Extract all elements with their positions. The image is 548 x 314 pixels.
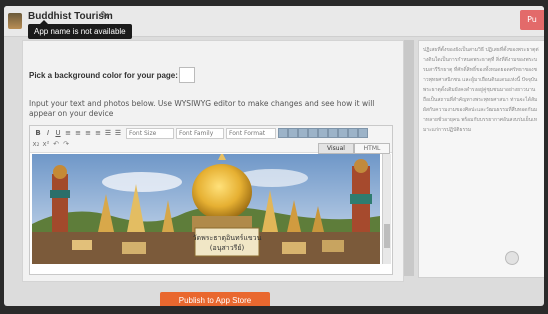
tooltip: App name is not available xyxy=(28,20,132,39)
editor-toolbar: B I U ≡ ≡ ≡ ≡ ☰ ☰ Font Size Font Family … xyxy=(30,126,392,154)
font-format-select[interactable]: Font Format xyxy=(226,128,276,139)
editor-scrollbar-thumb[interactable] xyxy=(384,224,390,248)
unlink-icon[interactable] xyxy=(318,128,328,138)
redo-icon[interactable]: ↷ xyxy=(62,140,70,148)
tab-visual[interactable]: Visual xyxy=(318,143,354,154)
photo-sign-line-2: (อนุสาวรีย์) xyxy=(210,244,245,252)
superscript-icon[interactable]: x² xyxy=(42,140,50,148)
highlight-icon[interactable] xyxy=(348,128,358,138)
align-right-icon[interactable]: ≡ xyxy=(94,129,102,137)
numbered-list-icon[interactable]: ☰ xyxy=(114,129,122,137)
insert-image-icon[interactable] xyxy=(278,128,288,138)
insert-link-icon[interactable] xyxy=(288,128,298,138)
app-icon xyxy=(8,13,22,29)
publish-button[interactable]: Publish to App Store xyxy=(160,292,270,306)
editor-scrollbar[interactable] xyxy=(382,154,391,264)
photo-sign-line-1: วัดพระธาตุอินทร์แขวน xyxy=(193,234,262,242)
pencil-icon[interactable]: ✎ xyxy=(100,9,109,22)
background-color-label: Pick a background color for your page: xyxy=(29,71,178,80)
font-family-select[interactable]: Font Family xyxy=(176,128,224,139)
wysiwyg-editor[interactable]: B I U ≡ ≡ ≡ ≡ ☰ ☰ Font Size Font Family … xyxy=(29,125,393,275)
insert-table-icon[interactable] xyxy=(298,128,308,138)
preview-text: ปฏิเสธที่ตั้งของยังเป็นสามวิธี ปฏิเสธที่… xyxy=(423,47,539,133)
emoticon-icon[interactable] xyxy=(328,128,338,138)
bullet-list-icon[interactable]: ☰ xyxy=(104,129,112,137)
underline-button[interactable]: U xyxy=(54,129,62,137)
top-right-button[interactable]: Pu xyxy=(520,10,544,30)
insert-media-icon[interactable] xyxy=(308,128,318,138)
undo-icon[interactable]: ↶ xyxy=(52,140,60,148)
align-left-icon[interactable]: ≡ xyxy=(74,129,82,137)
background-color-picker[interactable] xyxy=(179,67,195,83)
tab-html[interactable]: HTML xyxy=(354,143,390,154)
temple-photo-graphic: วัดพระธาตุอินทร์แขวน (อนุสาวรีย์) xyxy=(32,154,380,264)
subscript-icon[interactable]: x₂ xyxy=(32,140,40,148)
app-screen: Buddhist Tourism ✎ Pu App name is not av… xyxy=(4,6,544,306)
temple-photo[interactable]: วัดพระธาตุอินทร์แขวน (อนุสาวรีย์) xyxy=(32,154,380,264)
editor-page-scrollbar[interactable] xyxy=(404,40,414,276)
italic-button[interactable]: I xyxy=(44,129,52,137)
bold-button[interactable]: B xyxy=(34,129,42,137)
fullscreen-icon[interactable] xyxy=(358,128,368,138)
editor-panel: Pick a background color for your page: I… xyxy=(22,40,404,282)
text-color-icon[interactable] xyxy=(338,128,348,138)
home-button-icon[interactable] xyxy=(505,251,519,265)
align-center-icon[interactable]: ≡ xyxy=(84,129,92,137)
strikethrough-icon[interactable]: ≡ xyxy=(64,129,72,137)
editor-instructions: Input your text and photos below. Use WY… xyxy=(29,99,375,118)
font-size-select[interactable]: Font Size xyxy=(126,128,174,139)
device-preview: ปฏิเสธที่ตั้งของยังเป็นสามวิธี ปฏิเสธที่… xyxy=(418,40,544,278)
